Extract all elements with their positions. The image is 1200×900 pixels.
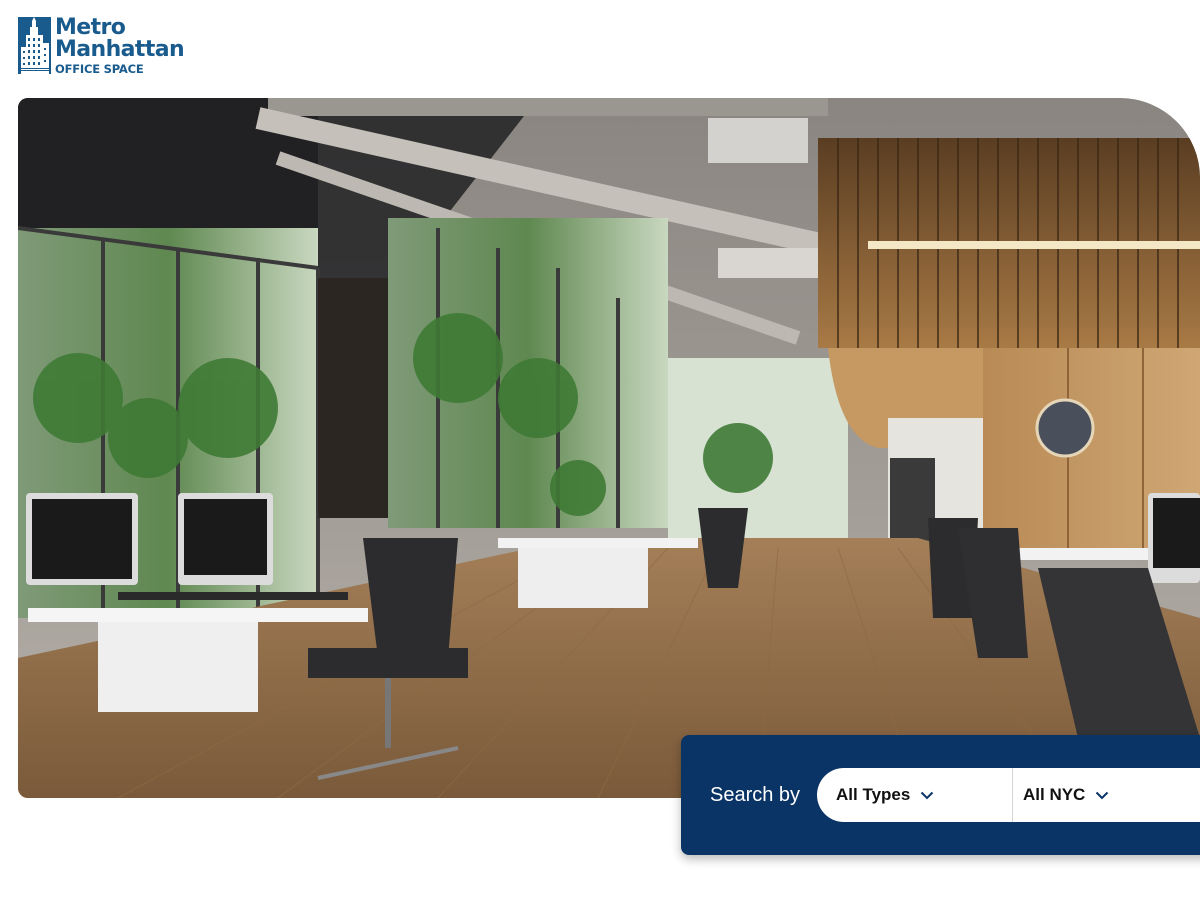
hero-image [18,98,1200,798]
chevron-down-icon [921,791,934,799]
logo-line-metro: Metro [55,15,126,40]
search-fields: All Types All NYC [817,768,1200,822]
logo-wordmark: Metro Manhattan OFFICE SPACE [55,15,185,77]
logo-line-office-space: OFFICE SPACE [55,62,144,76]
property-type-value: All Types [836,785,911,804]
site-logo[interactable]: Metro Manhattan OFFICE SPACE [18,17,193,77]
chevron-down-icon [1096,791,1109,799]
search-panel: Search by All Types All NYC [681,735,1200,855]
skyscraper-icon [18,17,51,74]
search-by-label: Search by [710,784,801,806]
area-value: All NYC [1023,785,1086,804]
logo-line-manhattan: Manhattan [55,37,185,62]
area-select[interactable]: All NYC [1013,768,1200,822]
property-type-select[interactable]: All Types [817,768,1013,822]
